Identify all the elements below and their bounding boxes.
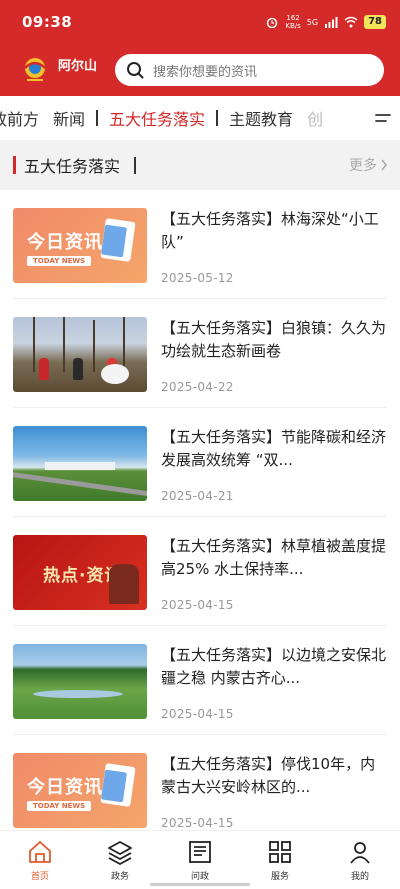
nav-label: 我的 — [350, 872, 369, 882]
tab-menu-button[interactable] — [366, 96, 400, 140]
more-link[interactable]: 更多 — [349, 155, 388, 175]
article-date: 2025-05-12 — [161, 271, 234, 285]
search-bar[interactable]: 搜索你想要的资讯 — [115, 54, 384, 86]
network-type: 5G — [306, 17, 319, 27]
logo-icon — [24, 58, 46, 81]
nav-inquiry[interactable]: 问政 — [160, 831, 240, 889]
nav-label: 政务 — [110, 872, 129, 882]
home-indicator — [150, 883, 250, 886]
tab-news[interactable]: 新闻 — [46, 106, 92, 130]
channel-tabs: 政前方 新闻 五大任务落实 主题教育 创 — [0, 96, 400, 140]
article-date: 2025-04-21 — [161, 489, 234, 503]
more-label: 更多 — [349, 158, 377, 174]
grid-icon — [269, 841, 291, 863]
top-bar: 09:38 162 KB/s 5G 78 阿尔山 搜索你想要的资讯 — [0, 0, 400, 96]
person-icon — [350, 842, 370, 864]
layers-icon — [108, 841, 132, 865]
chevron-right-icon — [381, 159, 387, 171]
battery-indicator: 78 — [364, 15, 386, 29]
status-icons: 162 KB/s 5G 78 — [265, 14, 386, 30]
tab-five-tasks[interactable]: 五大任务落实 — [102, 106, 212, 130]
search-placeholder: 搜索你想要的资讯 — [153, 64, 258, 80]
article-item[interactable]: 热点·资讯 【五大任务落实】林草植被盖度提高25% 水土保持率... 2025-… — [13, 517, 386, 626]
status-bar: 09:38 162 KB/s 5G 78 — [0, 0, 400, 44]
article-thumbnail — [13, 317, 147, 392]
bottom-nav: 首页 政务 问政 服务 我的 — [0, 830, 400, 889]
article-item[interactable]: 【五大任务落实】以边境之安保北疆之稳 内蒙古齐心... 2025-04-15 — [13, 626, 386, 735]
article-thumbnail: 今日资讯 TODAY NEWS — [13, 208, 147, 283]
article-title: 【五大任务落实】林海深处“小工队” — [161, 210, 379, 251]
brand-name: 阿尔山 — [58, 58, 98, 74]
alarm-icon — [267, 17, 278, 28]
article-title: 【五大任务落实】停伐10年，内蒙古大兴安岭林区的... — [161, 755, 376, 796]
tab-divider — [96, 110, 99, 126]
net-speed: 162 KB/s — [285, 14, 301, 30]
article-date: 2025-04-22 — [161, 380, 234, 394]
article-title: 【五大任务落实】以边境之安保北疆之稳 内蒙古齐心... — [161, 646, 386, 687]
article-item[interactable]: 【五大任务落实】白狼镇：久久为功绘就生态新画卷 2025-04-22 — [13, 299, 386, 408]
section-divider — [134, 156, 137, 174]
article-item[interactable]: 今日资讯 TODAY NEWS 【五大任务落实】停伐10年，内蒙古大兴安岭林区的… — [13, 735, 386, 844]
tab-divider — [216, 110, 219, 126]
section-header: 五大任务落实 更多 — [0, 140, 400, 190]
article-item[interactable]: 今日资讯 TODAY NEWS 【五大任务落实】林海深处“小工队” 2025-0… — [13, 190, 386, 299]
status-time: 09:38 — [22, 13, 73, 31]
home-icon — [29, 841, 51, 863]
article-thumbnail: 热点·资讯 — [13, 535, 147, 610]
article-date: 2025-04-15 — [161, 816, 234, 830]
nav-government[interactable]: 政务 — [80, 831, 160, 889]
wifi-icon — [344, 16, 358, 28]
article-date: 2025-04-15 — [161, 707, 234, 721]
article-thumbnail: 今日资讯 TODAY NEWS — [13, 753, 147, 828]
app-logo[interactable] — [18, 55, 52, 85]
nav-label: 服务 — [270, 872, 289, 882]
menu-icon — [375, 114, 391, 122]
app-header: 阿尔山 搜索你想要的资讯 — [0, 44, 400, 96]
tab-zhengqianfang[interactable]: 政前方 — [0, 106, 46, 130]
document-icon — [189, 841, 211, 863]
nav-home[interactable]: 首页 — [0, 831, 80, 889]
search-icon — [127, 62, 144, 79]
section-accent — [13, 156, 16, 174]
article-date: 2025-04-15 — [161, 598, 234, 612]
nav-mine[interactable]: 我的 — [320, 831, 400, 889]
article-item[interactable]: 【五大任务落实】节能降碳和经济发展高效统筹 “双... 2025-04-21 — [13, 408, 386, 517]
section-title: 五大任务落实 — [24, 157, 121, 176]
nav-label: 问政 — [190, 872, 209, 882]
article-title: 【五大任务落实】林草植被盖度提高25% 水土保持率... — [161, 537, 386, 578]
article-thumbnail — [13, 644, 147, 719]
tab-theme-education[interactable]: 主题教育 — [222, 106, 300, 130]
article-title: 【五大任务落实】节能降碳和经济发展高效统筹 “双... — [161, 428, 386, 469]
article-title: 【五大任务落实】白狼镇：久久为功绘就生态新画卷 — [161, 319, 386, 360]
nav-service[interactable]: 服务 — [240, 831, 320, 889]
tab-chuang[interactable]: 创 — [300, 106, 330, 130]
article-list: 今日资讯 TODAY NEWS 【五大任务落实】林海深处“小工队” 2025-0… — [0, 190, 400, 844]
signal-icon — [325, 17, 338, 28]
article-thumbnail — [13, 426, 147, 501]
nav-label: 首页 — [30, 872, 49, 882]
